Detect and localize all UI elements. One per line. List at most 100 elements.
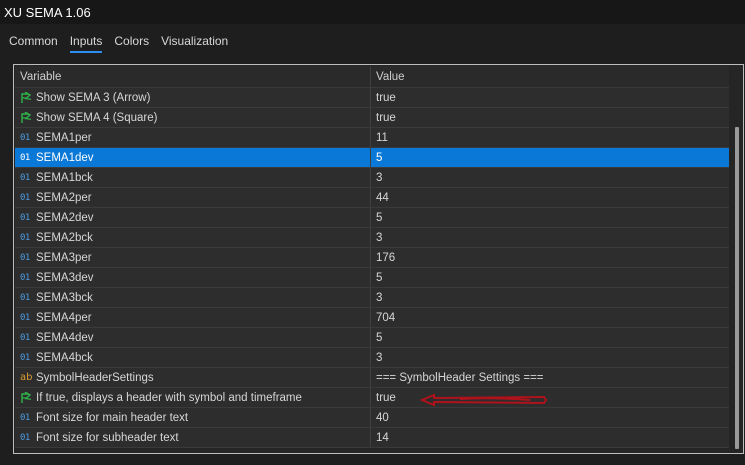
variable-label: SEMA1dev (36, 151, 94, 164)
int-icon: 01 (20, 312, 30, 323)
vertical-scrollbar[interactable] (729, 65, 743, 453)
table-row[interactable]: 01 SEMA2dev 5 (15, 208, 729, 228)
table-row[interactable]: 01 SEMA4per 704 (15, 308, 729, 328)
variable-label: SymbolHeaderSettings (36, 371, 154, 384)
table-row[interactable]: 01 SEMA4dev 5 (15, 328, 729, 348)
variable-label: SEMA3per (36, 251, 92, 264)
variable-cell[interactable]: 01 SEMA4dev (15, 328, 371, 347)
table-row[interactable]: 01 SEMA3per 176 (15, 248, 729, 268)
tab-inputs[interactable]: Inputs (69, 34, 102, 53)
int-icon: 01 (20, 212, 30, 223)
bool-arrow-icon (20, 391, 34, 404)
variable-label: SEMA4bck (36, 351, 93, 364)
int-icon: 01 (20, 192, 30, 203)
int-icon: 01 (20, 232, 30, 243)
table-row[interactable]: Show SEMA 4 (Square) true (15, 108, 729, 128)
table-row[interactable]: 01 SEMA1dev 5 (15, 148, 729, 168)
value-cell[interactable]: true (371, 388, 729, 407)
variable-cell[interactable]: 01 SEMA3bck (15, 288, 371, 307)
variable-cell[interactable]: 01 SEMA1per (15, 128, 371, 147)
value-cell[interactable]: true (371, 108, 729, 127)
variable-label: SEMA3bck (36, 291, 93, 304)
variable-cell[interactable]: 01 SEMA3dev (15, 268, 371, 287)
variable-label: SEMA2dev (36, 211, 94, 224)
table-row[interactable]: 01 SEMA3dev 5 (15, 268, 729, 288)
value-cell[interactable]: 11 (371, 128, 729, 147)
int-icon: 01 (20, 152, 30, 163)
variable-cell[interactable]: 01 SEMA3per (15, 248, 371, 267)
bool-arrow-icon (20, 91, 34, 104)
tab-visualization[interactable]: Visualization (161, 34, 228, 52)
title-bar: XU SEMA 1.06 (0, 0, 745, 24)
variable-cell[interactable]: 01 SEMA1bck (15, 168, 371, 187)
scrollbar-thumb[interactable] (735, 127, 739, 449)
variable-cell[interactable]: 01 SEMA2bck (15, 228, 371, 247)
variable-label: SEMA4dev (36, 331, 94, 344)
tab-common[interactable]: Common (9, 34, 58, 52)
variable-label: SEMA1per (36, 131, 92, 144)
variable-cell[interactable]: 01 SEMA1dev (15, 148, 371, 167)
value-cell[interactable]: 176 (371, 248, 729, 267)
variable-cell[interactable]: 01 Font size for main header text (15, 408, 371, 427)
variable-cell[interactable]: 01 SEMA2per (15, 188, 371, 207)
value-cell[interactable]: 14 (371, 428, 729, 447)
table-row[interactable]: Show SEMA 3 (Arrow) true (15, 88, 729, 108)
variable-cell[interactable]: 01 SEMA4bck (15, 348, 371, 367)
column-header-variable[interactable]: Variable (15, 66, 371, 87)
column-header-value[interactable]: Value (371, 66, 729, 87)
value-cell[interactable]: 5 (371, 208, 729, 227)
int-icon: 01 (20, 252, 30, 263)
string-icon: ab (20, 372, 33, 383)
value-cell[interactable]: 3 (371, 288, 729, 307)
variable-label: SEMA4per (36, 311, 92, 324)
grid-rows: Show SEMA 3 (Arrow) true Show SEMA 4 (Squa… (15, 88, 729, 448)
int-icon: 01 (20, 132, 30, 143)
table-row[interactable]: ab SymbolHeaderSettings === SymbolHeader S… (15, 368, 729, 388)
variable-cell[interactable]: If true, displays a header with symbol a… (15, 388, 371, 407)
variable-cell[interactable]: Show SEMA 3 (Arrow) (15, 88, 371, 107)
int-icon: 01 (20, 172, 30, 183)
value-cell[interactable]: 3 (371, 348, 729, 367)
variable-cell[interactable]: ab SymbolHeaderSettings (15, 368, 371, 387)
int-icon: 01 (20, 412, 30, 423)
value-cell[interactable]: 5 (371, 328, 729, 347)
variable-label: SEMA1bck (36, 171, 93, 184)
value-cell[interactable]: 704 (371, 308, 729, 327)
table-row[interactable]: 01 SEMA1bck 3 (15, 168, 729, 188)
value-cell[interactable]: 5 (371, 268, 729, 287)
inputs-grid: Variable Value Show SEMA 3 (Arrow) true Sh… (15, 66, 729, 448)
variable-cell[interactable]: Show SEMA 4 (Square) (15, 108, 371, 127)
variable-label: SEMA2bck (36, 231, 93, 244)
dialog-window: XU SEMA 1.06 Common Inputs Colors Visual… (0, 0, 745, 465)
table-row[interactable]: 01 SEMA1per 11 (15, 128, 729, 148)
table-row[interactable]: 01 Font size for main header text 40 (15, 408, 729, 428)
variable-cell[interactable]: 01 SEMA4per (15, 308, 371, 327)
value-cell[interactable]: 5 (371, 148, 729, 167)
variable-cell[interactable]: 01 SEMA2dev (15, 208, 371, 227)
inputs-panel: Variable Value Show SEMA 3 (Arrow) true Sh… (13, 64, 744, 454)
table-row[interactable]: 01 SEMA4bck 3 (15, 348, 729, 368)
value-cell[interactable]: 3 (371, 168, 729, 187)
table-row[interactable]: 01 SEMA2per 44 (15, 188, 729, 208)
tab-colors[interactable]: Colors (114, 34, 149, 52)
variable-label: If true, displays a header with symbol a… (36, 391, 302, 404)
value-cell[interactable]: 3 (371, 228, 729, 247)
table-row[interactable]: 01 SEMA2bck 3 (15, 228, 729, 248)
tab-strip: Common Inputs Colors Visualization (0, 24, 745, 56)
variable-label: Show SEMA 3 (Arrow) (36, 91, 151, 104)
table-row[interactable]: If true, displays a header with symbol a… (15, 388, 729, 408)
variable-label: SEMA2per (36, 191, 92, 204)
value-cell[interactable]: 44 (371, 188, 729, 207)
table-row[interactable]: 01 Font size for subheader text 14 (15, 428, 729, 448)
int-icon: 01 (20, 272, 30, 283)
table-row[interactable]: 01 SEMA3bck 3 (15, 288, 729, 308)
variable-label: Font size for main header text (36, 411, 189, 424)
value-cell[interactable]: 40 (371, 408, 729, 427)
int-icon: 01 (20, 352, 30, 363)
value-cell[interactable]: === SymbolHeader Settings === (371, 368, 729, 387)
window-title: XU SEMA 1.06 (4, 4, 91, 20)
variable-label: SEMA3dev (36, 271, 94, 284)
variable-cell[interactable]: 01 Font size for subheader text (15, 428, 371, 447)
value-cell[interactable]: true (371, 88, 729, 107)
int-icon: 01 (20, 432, 30, 443)
